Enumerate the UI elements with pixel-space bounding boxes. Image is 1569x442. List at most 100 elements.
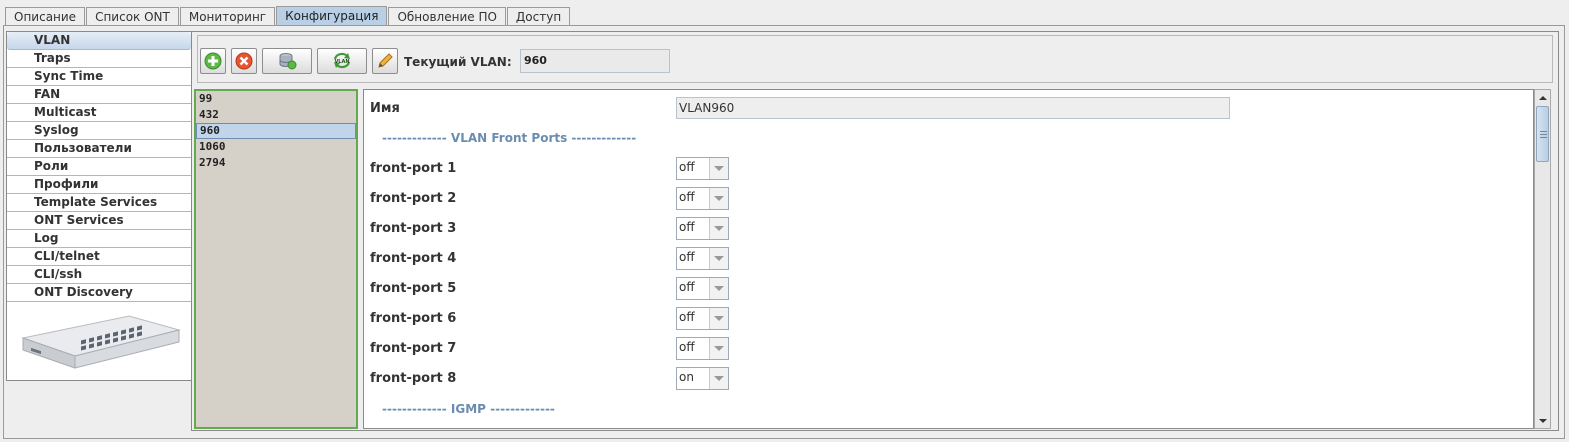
sidebar-item-label: Multicast xyxy=(34,105,97,119)
sidebar-item-traps[interactable]: Traps xyxy=(7,50,191,68)
sidebar-item-label: CLI/ssh xyxy=(34,267,83,281)
sidebar-item-syslog[interactable]: Syslog xyxy=(7,122,191,140)
select-value: off xyxy=(679,310,695,324)
vlan-list[interactable]: 99 432 960 1060 2794 xyxy=(194,89,358,429)
tab-access[interactable]: Доступ xyxy=(506,7,571,26)
list-item[interactable]: 99 xyxy=(196,91,356,107)
chevron-down-icon[interactable] xyxy=(709,248,728,269)
list-item[interactable]: 2794 xyxy=(196,155,356,171)
sidebar-item-multicast[interactable]: Multicast xyxy=(7,104,191,122)
properties-scrollbar[interactable] xyxy=(1534,89,1551,429)
scroll-down-button[interactable] xyxy=(1535,413,1550,428)
tab-firmware-update[interactable]: Обновление ПО xyxy=(388,7,506,26)
chevron-down-icon[interactable] xyxy=(709,308,728,329)
tab-ont-list[interactable]: Список ONT xyxy=(86,7,179,26)
sidebar-item-fan[interactable]: FAN xyxy=(7,86,191,104)
sidebar-item-label: Пользователи xyxy=(34,141,132,155)
chevron-down-icon[interactable] xyxy=(709,278,728,299)
sidebar-item-label: Sync Time xyxy=(34,69,104,83)
sidebar-item-label: Роли xyxy=(34,159,69,173)
sidebar: VLAN Traps Sync Time FAN Multicast Syslo… xyxy=(6,31,192,381)
refresh-vlan-button[interactable]: VLAN xyxy=(317,48,367,74)
arrow-down-icon xyxy=(1538,418,1547,423)
sidebar-item-template-services[interactable]: Template Services xyxy=(7,194,191,212)
scroll-up-button[interactable] xyxy=(1535,90,1550,105)
edit-vlan-button[interactable] xyxy=(372,48,398,74)
chevron-down-icon[interactable] xyxy=(709,338,728,359)
vlan-config-panel: VLAN Текущий VLAN: 960 99 432 960 1060 2… xyxy=(191,31,1559,431)
igmp-section-header: ------------- IGMP ------------- xyxy=(382,402,555,416)
list-item[interactable]: 960 xyxy=(196,123,356,139)
sidebar-item-label: ONT Services xyxy=(34,213,124,227)
sidebar-item-label: Syslog xyxy=(34,123,79,137)
delete-icon xyxy=(235,52,253,70)
add-vlan-button[interactable] xyxy=(200,48,226,74)
database-icon xyxy=(279,53,297,70)
sidebar-item-profiles[interactable]: Профили xyxy=(7,176,191,194)
select-value: off xyxy=(679,190,695,204)
current-vlan-field: 960 xyxy=(520,49,670,73)
front-port-4-select[interactable]: off xyxy=(676,247,729,270)
select-value: on xyxy=(679,370,694,384)
sidebar-item-ont-discovery[interactable]: ONT Discovery xyxy=(7,284,191,302)
select-value: off xyxy=(679,250,695,264)
sidebar-item-label: Traps xyxy=(34,51,71,65)
chevron-down-icon[interactable] xyxy=(709,188,728,209)
delete-vlan-button[interactable] xyxy=(231,48,257,74)
vlan-name-field[interactable]: VLAN960 xyxy=(676,97,1230,119)
sidebar-item-sync-time[interactable]: Sync Time xyxy=(7,68,191,86)
select-value: off xyxy=(679,340,695,354)
scrollbar-thumb[interactable] xyxy=(1536,106,1549,162)
sidebar-item-label: VLAN xyxy=(34,33,71,47)
front-port-8-select[interactable]: on xyxy=(676,367,729,390)
list-item[interactable]: 432 xyxy=(196,107,356,123)
tab-configuration[interactable]: Конфигурация xyxy=(276,6,388,26)
tab-monitoring[interactable]: Мониторинг xyxy=(179,7,276,26)
sidebar-item-users[interactable]: Пользователи xyxy=(7,140,191,158)
sidebar-item-label: ONT Discovery xyxy=(34,285,133,299)
front-port-label: front-port 2 xyxy=(370,191,457,206)
refresh-vlan-icon: VLAN xyxy=(333,52,351,69)
sidebar-item-log[interactable]: Log xyxy=(7,230,191,248)
sidebar-item-ont-services[interactable]: ONT Services xyxy=(7,212,191,230)
front-ports-section-header: ------------- VLAN Front Ports ---------… xyxy=(382,131,637,145)
sidebar-item-cli-telnet[interactable]: CLI/telnet xyxy=(7,248,191,266)
front-port-label: front-port 6 xyxy=(370,311,457,326)
tab-description[interactable]: Описание xyxy=(5,7,86,26)
name-label: Имя xyxy=(370,101,400,116)
toolbar: VLAN Текущий VLAN: 960 xyxy=(197,35,1553,83)
select-value: off xyxy=(679,280,695,294)
vlan-properties-panel: Имя VLAN960 ------------- VLAN Front Por… xyxy=(363,89,1534,429)
select-value: off xyxy=(679,220,695,234)
save-to-database-button[interactable] xyxy=(262,48,312,74)
olt-device-image xyxy=(21,315,181,369)
front-port-7-select[interactable]: off xyxy=(676,337,729,360)
front-port-3-select[interactable]: off xyxy=(676,217,729,240)
sidebar-item-label: Template Services xyxy=(34,195,158,209)
chevron-down-icon[interactable] xyxy=(709,368,728,389)
chevron-down-icon[interactable] xyxy=(709,218,728,239)
select-value: off xyxy=(679,160,695,174)
front-port-label: front-port 1 xyxy=(370,161,457,176)
current-vlan-label: Текущий VLAN: xyxy=(404,55,512,69)
front-port-label: front-port 8 xyxy=(370,371,457,386)
front-port-6-select[interactable]: off xyxy=(676,307,729,330)
arrow-up-icon xyxy=(1538,95,1547,100)
sidebar-item-cli-ssh[interactable]: CLI/ssh xyxy=(7,266,191,284)
svg-text:VLAN: VLAN xyxy=(334,59,349,65)
front-port-2-select[interactable]: off xyxy=(676,187,729,210)
front-port-label: front-port 4 xyxy=(370,251,457,266)
front-port-1-select[interactable]: off xyxy=(676,157,729,180)
front-port-label: front-port 7 xyxy=(370,341,457,356)
list-item[interactable]: 1060 xyxy=(196,139,356,155)
sidebar-item-vlan[interactable]: VLAN xyxy=(7,32,191,50)
front-port-5-select[interactable]: off xyxy=(676,277,729,300)
sidebar-item-roles[interactable]: Роли xyxy=(7,158,191,176)
front-port-label: front-port 3 xyxy=(370,221,457,236)
chevron-down-icon[interactable] xyxy=(709,158,728,179)
pencil-icon xyxy=(378,53,393,68)
tab-bar: Описание Список ONT Мониторинг Конфигура… xyxy=(5,6,571,26)
front-port-label: front-port 5 xyxy=(370,281,457,296)
sidebar-item-label: CLI/telnet xyxy=(34,249,100,263)
sidebar-item-label: FAN xyxy=(34,87,61,101)
